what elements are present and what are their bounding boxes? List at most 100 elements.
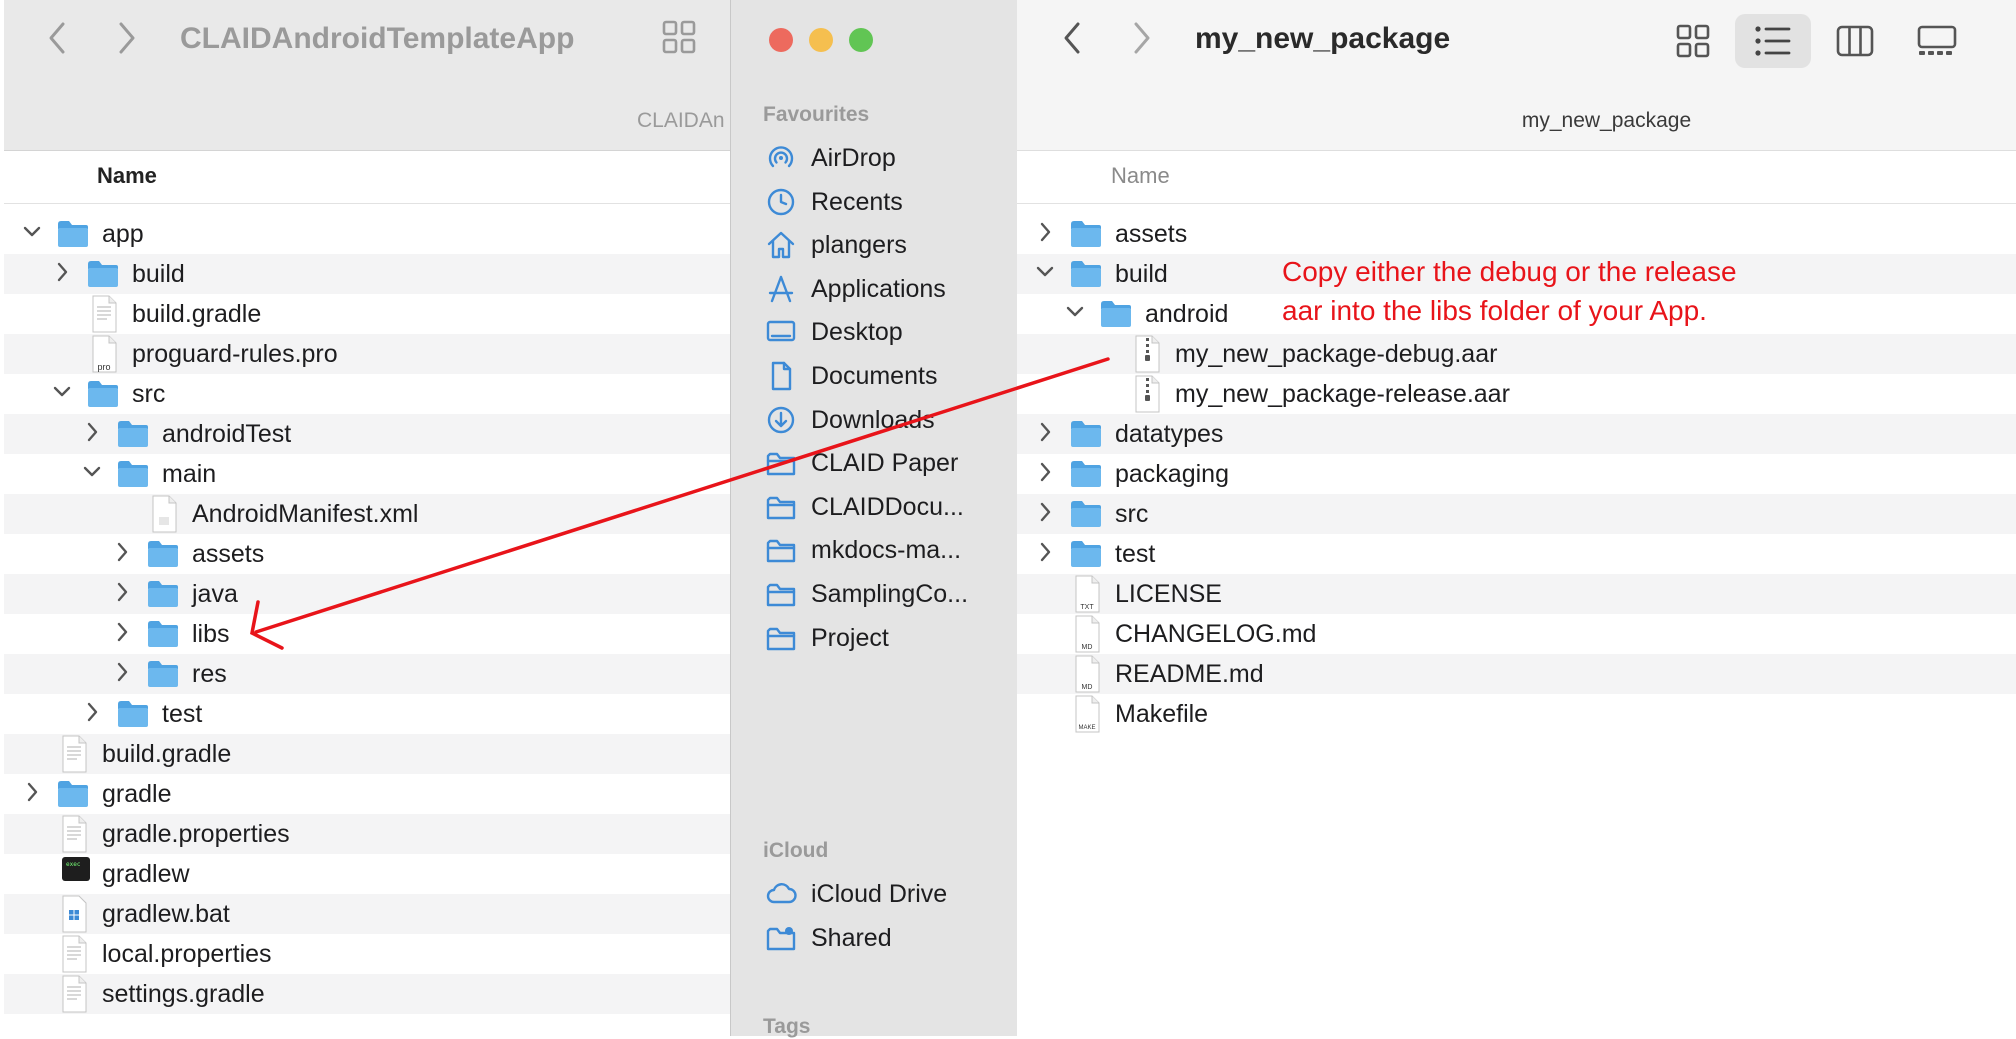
list-view-button[interactable] (1735, 14, 1811, 68)
list-item[interactable]: datatypes (1017, 414, 2016, 454)
terminal-icon: exec (62, 857, 90, 881)
list-item[interactable]: gradle (4, 774, 730, 814)
cloud-icon (766, 883, 797, 904)
sidebar-item-airdrop[interactable]: AirDrop (731, 136, 1017, 180)
list-item[interactable]: exec gradlew (4, 854, 730, 894)
list-item[interactable]: java (4, 574, 730, 614)
list-item[interactable]: local.properties (4, 934, 730, 974)
disclosure-triangle[interactable] (1035, 540, 1055, 564)
sidebar-item-label: CLAIDDocu... (811, 492, 964, 521)
disclosure-triangle[interactable] (82, 420, 102, 444)
path-label: CLAIDAn (637, 109, 725, 132)
list-item[interactable]: assets (1017, 214, 2016, 254)
gallery-view-button[interactable] (1899, 14, 1975, 68)
disclosure-triangle[interactable] (1035, 500, 1055, 524)
disclosure-triangle[interactable] (52, 260, 72, 284)
list-item[interactable]: AndroidManifest.xml (4, 494, 730, 534)
list-item[interactable]: build.gradle (4, 734, 730, 774)
sidebar-item-applications[interactable]: Applications (731, 267, 1017, 311)
disclosure-triangle[interactable] (82, 460, 102, 484)
chevron-left-icon (1064, 22, 1080, 54)
disclosure-triangle[interactable] (112, 580, 132, 604)
list-item[interactable]: my_new_package-debug.aar (1017, 334, 2016, 374)
list-item[interactable]: src (1017, 494, 2016, 534)
folder-icon (56, 779, 90, 814)
list-item[interactable]: TXT LICENSE (1017, 574, 2016, 614)
list-item[interactable]: MAKE Makefile (1017, 694, 2016, 734)
item-name: main (162, 460, 217, 488)
column-view-button[interactable] (1817, 14, 1893, 68)
folder-icon (1071, 261, 1101, 287)
folder-icon (765, 534, 797, 566)
list-item[interactable]: settings.gradle (4, 974, 730, 1014)
sidebar-item-desktop[interactable]: Desktop (731, 310, 1017, 354)
sidebar-item-shared[interactable]: Shared (731, 916, 1017, 960)
item-name: src (1115, 500, 1149, 528)
disclosure-triangle[interactable] (1065, 300, 1085, 324)
disclosure-triangle[interactable] (52, 380, 72, 404)
sidebar-item-plangers[interactable]: plangers (731, 223, 1017, 267)
folder-icon (765, 491, 797, 523)
list-item[interactable]: androidTest (4, 414, 730, 454)
sidebar-item-downloads[interactable]: Downloads (731, 398, 1017, 442)
close-window-button[interactable] (769, 28, 793, 52)
back-button[interactable] (1061, 20, 1083, 61)
file-icon (1134, 375, 1160, 418)
list-item[interactable]: src (4, 374, 730, 414)
list-item[interactable]: my_new_package-release.aar (1017, 374, 2016, 414)
list-item[interactable]: test (1017, 534, 2016, 574)
disclosure-triangle[interactable] (1035, 220, 1055, 244)
list-item[interactable]: libs (4, 614, 730, 654)
list-item[interactable]: packaging (1017, 454, 2016, 494)
list-item[interactable]: assets (4, 534, 730, 574)
forward-button[interactable] (116, 20, 138, 62)
disclosure-triangle[interactable] (1035, 260, 1055, 284)
disclosure-triangle[interactable] (112, 660, 132, 684)
icon-view-button[interactable] (662, 20, 696, 59)
sidebar-item-mkdocs-ma[interactable]: mkdocs-ma... (731, 528, 1017, 572)
file-icon (1134, 335, 1160, 378)
sidebar-item-claiddocu[interactable]: CLAIDDocu... (731, 485, 1017, 529)
list-item[interactable]: build (4, 254, 730, 294)
list-item[interactable]: pro proguard-rules.pro (4, 334, 730, 374)
list-item[interactable]: MD CHANGELOG.md (1017, 614, 2016, 654)
list-item[interactable]: gradlew.bat (4, 894, 730, 934)
zoom-window-button[interactable] (849, 28, 873, 52)
list-item[interactable]: main (4, 454, 730, 494)
column-header[interactable]: Name (4, 151, 730, 204)
sidebar-item-recents[interactable]: Recents (731, 180, 1017, 224)
sidebar-item-samplingco[interactable]: SamplingCo... (731, 572, 1017, 616)
disclosure-triangle[interactable] (22, 220, 42, 244)
list-item[interactable]: res (4, 654, 730, 694)
sidebar-item-claid-paper[interactable]: CLAID Paper (731, 441, 1017, 485)
list-item[interactable]: test (4, 694, 730, 734)
disclosure-triangle[interactable] (1035, 420, 1055, 444)
svg-text:MD: MD (1082, 644, 1093, 651)
list-item[interactable]: gradle.properties (4, 814, 730, 854)
disclosure-triangle[interactable] (22, 780, 42, 804)
sidebar-item-documents[interactable]: Documents (731, 354, 1017, 398)
folder-icon (1069, 499, 1103, 534)
disclosure-triangle[interactable] (112, 540, 132, 564)
sidebar-item-label: SamplingCo... (811, 580, 969, 608)
icon-view-button[interactable] (1655, 14, 1731, 68)
chevron-right-icon (57, 262, 68, 282)
column-header[interactable]: Name (1017, 151, 2016, 204)
sidebar-item-icloud-drive[interactable]: iCloud Drive (731, 872, 1017, 916)
disclosure-triangle[interactable] (112, 620, 132, 644)
chevron-right-icon (1040, 542, 1051, 562)
right-finder-window: my_new_package my_new_package Name asset… (1017, 0, 2016, 1036)
list-item[interactable]: MD README.md (1017, 654, 2016, 694)
sidebar-item-project[interactable]: Project (731, 616, 1017, 660)
list-item[interactable]: build.gradle (4, 294, 730, 334)
minimize-window-button[interactable] (809, 28, 833, 52)
forward-button[interactable] (1131, 20, 1153, 61)
chevron-right-icon (87, 702, 98, 722)
desktop-icon (766, 321, 796, 342)
disclosure-triangle[interactable] (82, 700, 102, 724)
folder-icon (1069, 539, 1103, 574)
disclosure-triangle[interactable] (1035, 460, 1055, 484)
file-icon (151, 495, 177, 538)
back-button[interactable] (46, 20, 68, 62)
list-item[interactable]: app (4, 214, 730, 254)
